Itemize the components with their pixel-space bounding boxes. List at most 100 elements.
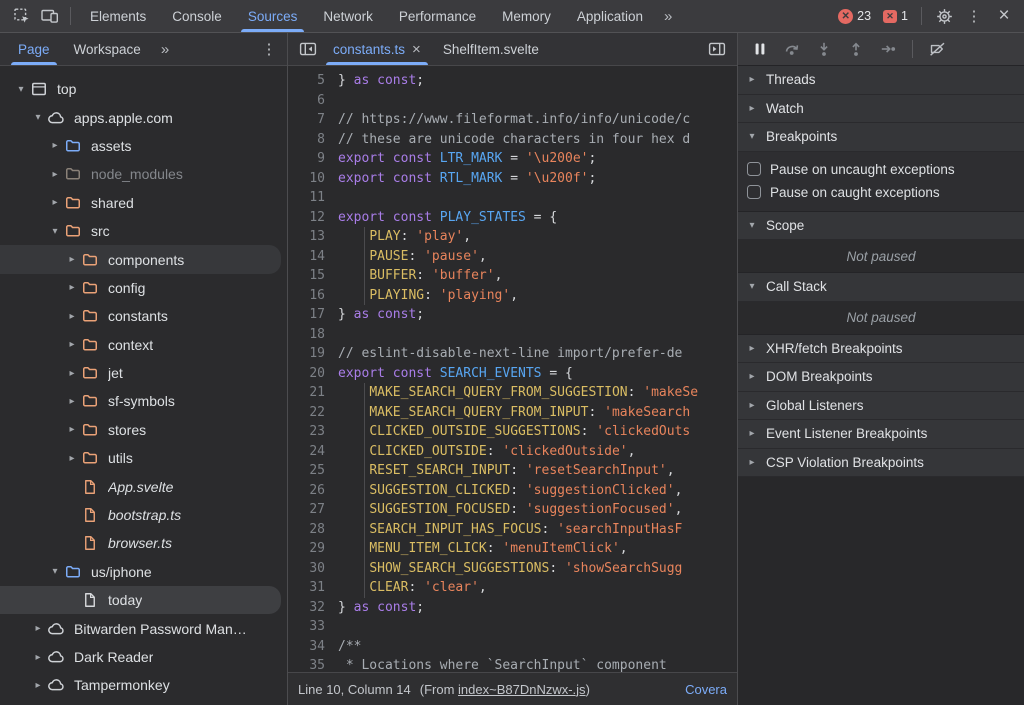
console-errors-badge[interactable]: ✕ 23 (833, 9, 876, 24)
line-number[interactable]: 5 (288, 71, 338, 91)
line-number[interactable]: 10 (288, 169, 338, 189)
tree-item-bitwarden-password-man[interactable]: ▸Bitwarden Password Man… (0, 614, 287, 642)
line-number[interactable]: 20 (288, 364, 338, 384)
source-map-file-link[interactable]: index~B87DnNzwx-.js (458, 682, 586, 697)
line-number[interactable]: 31 (288, 578, 338, 598)
tree-item-node-modules[interactable]: ▸node_modules (0, 160, 287, 188)
line-number[interactable]: 27 (288, 500, 338, 520)
line-number[interactable]: 12 (288, 208, 338, 228)
code-text[interactable]: CLICKED_OUTSIDE_SUGGESTIONS: 'clickedOut… (338, 422, 737, 442)
section-xhr-fetch-breakpoints[interactable]: ▸ XHR/fetch Breakpoints (738, 335, 1024, 364)
pause-caught-exceptions-row[interactable]: Pause on caught exceptions (738, 181, 1024, 204)
tree-item-shared[interactable]: ▸shared (0, 189, 287, 217)
code-text[interactable]: RESET_SEARCH_INPUT: 'resetSearchInput', (338, 461, 737, 481)
line-number[interactable]: 21 (288, 383, 338, 403)
section-global-listeners[interactable]: ▸ Global Listeners (738, 392, 1024, 421)
chevron-right-icon[interactable]: ▸ (63, 396, 81, 407)
chevron-right-icon[interactable]: ▸ (46, 197, 64, 208)
tree-item-dark-reader[interactable]: ▸Dark Reader (0, 643, 287, 671)
line-number[interactable]: 7 (288, 110, 338, 130)
code-text[interactable]: PLAYING: 'playing', (338, 286, 737, 306)
code-text[interactable]: MAKE_SEARCH_QUERY_FROM_INPUT: 'makeSearc… (338, 403, 737, 423)
tree-item-top[interactable]: ▾top (0, 75, 287, 103)
tab-sources[interactable]: Sources (235, 0, 311, 32)
tab-application[interactable]: Application (564, 0, 656, 32)
code-text[interactable]: MENU_ITEM_CLICK: 'menuItemClick', (338, 539, 737, 559)
chevron-right-icon[interactable]: ▸ (29, 680, 47, 691)
line-number[interactable]: 28 (288, 520, 338, 540)
line-number[interactable]: 23 (288, 422, 338, 442)
code-text[interactable] (338, 617, 737, 637)
step-out-icon[interactable] (842, 36, 870, 62)
line-number[interactable]: 24 (288, 442, 338, 462)
chevron-down-icon[interactable]: ▾ (29, 112, 47, 123)
code-text[interactable]: SHOW_SEARCH_SUGGESTIONS: 'showSearchSugg (338, 559, 737, 579)
device-toolbar-icon[interactable] (36, 3, 64, 29)
line-number[interactable]: 13 (288, 227, 338, 247)
code-editor[interactable]: 5} as const;67// https://www.fileformat.… (288, 66, 737, 672)
coverage-link[interactable]: Covera (685, 682, 727, 697)
editor-tab-constants-ts[interactable]: constants.ts × (322, 33, 432, 65)
section-threads[interactable]: ▸ Threads (738, 66, 1024, 95)
code-text[interactable]: MAKE_SEARCH_QUERY_FROM_SUGGESTION: 'make… (338, 383, 737, 403)
code-text[interactable]: SEARCH_INPUT_HAS_FOCUS: 'searchInputHasF (338, 520, 737, 540)
line-number[interactable]: 14 (288, 247, 338, 267)
code-text[interactable]: PLAY: 'play', (338, 227, 737, 247)
line-number[interactable]: 35 (288, 656, 338, 672)
line-number[interactable]: 25 (288, 461, 338, 481)
line-number[interactable]: 26 (288, 481, 338, 501)
more-navigator-tabs-icon[interactable]: » (153, 41, 177, 58)
line-number[interactable]: 8 (288, 130, 338, 150)
chevron-right-icon[interactable]: ▸ (63, 282, 81, 293)
line-number[interactable]: 30 (288, 559, 338, 579)
code-text[interactable]: // https://www.fileformat.info/info/unic… (338, 110, 737, 130)
show-debugger-icon[interactable] (703, 36, 731, 62)
line-number[interactable]: 16 (288, 286, 338, 306)
tree-item-components[interactable]: ▸components (0, 245, 281, 273)
code-text[interactable]: BUFFER: 'buffer', (338, 266, 737, 286)
tree-item-us-iphone[interactable]: ▾us/iphone (0, 558, 287, 586)
tree-item-src[interactable]: ▾src (0, 217, 287, 245)
code-text[interactable]: PAUSE: 'pause', (338, 247, 737, 267)
line-number[interactable]: 22 (288, 403, 338, 423)
code-text[interactable] (338, 325, 737, 345)
editor-tab-shelfitem-svelte[interactable]: ShelfItem.svelte (432, 33, 550, 65)
tree-item-jet[interactable]: ▸jet (0, 359, 287, 387)
chevron-right-icon[interactable]: ▸ (63, 453, 81, 464)
code-text[interactable]: CLICKED_OUTSIDE: 'clickedOutside', (338, 442, 737, 462)
tab-network[interactable]: Network (310, 0, 386, 32)
line-number[interactable]: 33 (288, 617, 338, 637)
tree-item-constants[interactable]: ▸constants (0, 302, 287, 330)
tree-item-assets[interactable]: ▸assets (0, 132, 287, 160)
step-into-icon[interactable] (810, 36, 838, 62)
section-breakpoints[interactable]: ▾ Breakpoints (738, 123, 1024, 152)
chevron-down-icon[interactable]: ▾ (46, 566, 64, 577)
code-text[interactable]: // these are unicode characters in four … (338, 130, 737, 150)
chevron-down-icon[interactable]: ▾ (46, 226, 64, 237)
code-text[interactable]: /** (338, 637, 737, 657)
tree-item-bootstrap-ts[interactable]: bootstrap.ts (0, 501, 287, 529)
tree-item-utils[interactable]: ▸utils (0, 444, 287, 472)
pause-uncaught-checkbox[interactable] (747, 162, 761, 176)
tree-item-config[interactable]: ▸config (0, 274, 287, 302)
line-number[interactable]: 29 (288, 539, 338, 559)
code-text[interactable] (338, 188, 737, 208)
inspect-element-icon[interactable] (8, 3, 36, 29)
code-text[interactable]: } as const; (338, 305, 737, 325)
settings-gear-icon[interactable] (930, 3, 958, 29)
code-text[interactable]: } as const; (338, 71, 737, 91)
deactivate-breakpoints-icon[interactable] (923, 36, 951, 62)
chevron-right-icon[interactable]: ▸ (63, 311, 81, 322)
section-call-stack[interactable]: ▾ Call Stack (738, 273, 1024, 302)
section-dom-breakpoints[interactable]: ▸ DOM Breakpoints (738, 363, 1024, 392)
tab-elements[interactable]: Elements (77, 0, 159, 32)
code-text[interactable]: SUGGESTION_FOCUSED: 'suggestionFocused', (338, 500, 737, 520)
tree-item-context[interactable]: ▸context (0, 331, 287, 359)
chevron-right-icon[interactable]: ▸ (29, 623, 47, 634)
code-text[interactable]: * Locations where `SearchInput` componen… (338, 656, 737, 672)
close-tab-icon[interactable]: × (412, 41, 421, 58)
navigator-kebab-icon[interactable]: ⋮ (255, 36, 283, 62)
section-event-listener-breakpoints[interactable]: ▸ Event Listener Breakpoints (738, 420, 1024, 449)
tab-performance[interactable]: Performance (386, 0, 489, 32)
line-number[interactable]: 19 (288, 344, 338, 364)
